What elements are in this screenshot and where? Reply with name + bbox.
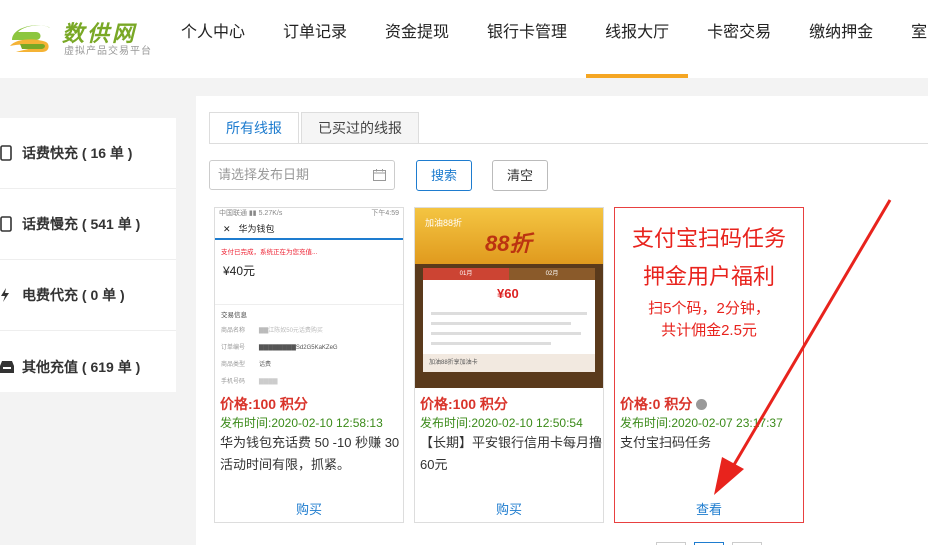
trade-rows: 商品名称 ▇▇江陈奴50元话费购买 订单编号 ▇▇▇▇▇▇▇▇Sd2G5KaKZeG… — [215, 323, 403, 388]
deal-promo-image[interactable]: 支付宝扫码任务 押金用户福利 扫5个码，2分钟， 共计佣金2.5元 — [615, 208, 803, 388]
buy-button[interactable]: 购买 — [415, 499, 603, 518]
month-tabs: 01月 02月 — [423, 268, 595, 280]
row-key: 订单编号 — [221, 345, 246, 351]
spacer — [215, 279, 403, 305]
promo-line-1: 支付宝扫码任务 — [631, 226, 786, 251]
nav-overflow[interactable]: 室 — [892, 0, 928, 78]
deal-price: 价格:100 积分 — [220, 396, 308, 412]
tabs-divider — [209, 143, 928, 144]
promo-line-2: 押金用户福利 — [642, 264, 775, 289]
row-key: 手机号码 — [221, 379, 246, 385]
site-logo[interactable]: 数供网 虚拟产品交易平台 — [6, 14, 156, 60]
wallet-header: ✕ 华为钱包 — [215, 218, 403, 240]
trade-row: 商品类型 话费 — [221, 357, 397, 374]
promo-detail: 01月 02月 ¥60 加油88折享加油卡 — [423, 268, 595, 372]
row-value: ▇▇▇▇ — [259, 379, 278, 385]
tab-all-deals[interactable]: 所有线报 — [209, 112, 299, 144]
bolt-icon — [0, 288, 22, 302]
logo-subtitle: 虚拟产品交易平台 — [64, 46, 152, 57]
text-line — [431, 332, 581, 335]
month-tab: 02月 — [509, 268, 595, 280]
buy-button[interactable]: 购买 — [215, 499, 403, 518]
logo-icon — [10, 25, 50, 52]
sidebar-item-label: 话费慢充 ( 541 单 ) — [22, 216, 141, 232]
deal-card: 中国联通 ▮▮ 5.27K/s 下午4:59 ✕ 华为钱包 支付已完成，系统正在为… — [214, 207, 404, 523]
deal-price: 价格:100 积分 — [420, 396, 508, 412]
promo-line-4: 共计佣金2.5元 — [661, 322, 757, 339]
row-key: 商品类型 — [221, 362, 246, 368]
promo-line-3: 扫5个码，2分钟， — [648, 300, 770, 317]
top-header: 数供网 虚拟产品交易平台 个人中心 订单记录 资金提现 银行卡管理 线报大厅 卡… — [0, 0, 928, 78]
deal-price: 价格:0 积分 — [620, 394, 708, 414]
sidebar-item-fast-topup[interactable]: 话费快充 ( 16 单 ) — [0, 118, 176, 189]
deal-card: 支付宝扫码任务 押金用户福利 扫5个码，2分钟， 共计佣金2.5元 价格:0 积… — [614, 207, 804, 523]
status-left: 中国联通 ▮▮ 5.27K/s — [219, 210, 283, 217]
nav-order-records[interactable]: 订单记录 — [264, 0, 366, 78]
trade-row: 手机号码 ▇▇▇▇ — [221, 374, 397, 388]
deal-description: 支付宝扫码任务 — [620, 435, 712, 450]
row-key: 商品名称 — [221, 328, 246, 334]
deal-tabs: 所有线报 已买过的线报 — [209, 112, 421, 144]
deal-publish-time: 发布时间:2020-02-07 23:17:37 — [620, 416, 783, 430]
box-icon — [0, 360, 22, 373]
price-text: 价格:0 积分 — [620, 396, 693, 412]
promo-amount: ¥60 — [497, 286, 519, 301]
sidebar-item-label: 话费快充 ( 16 单 ) — [22, 145, 133, 161]
deal-description: 【长期】平安银行信用卡每月撸60元 — [420, 435, 603, 472]
deal-hall-panel: 所有线报 已买过的线报 请选择发布日期 搜索 清空 中国联通 ▮▮ 5.27K/… — [196, 96, 928, 545]
banner-discount: 88折 — [485, 231, 532, 256]
main-nav: 个人中心 订单记录 资金提现 银行卡管理 线报大厅 卡密交易 缴纳押金 室 — [162, 0, 928, 78]
sidebar-item-label: 其他充值 ( 619 单 ) — [22, 358, 141, 375]
promo-footer: 加油88折享加油卡 — [423, 354, 595, 372]
deal-publish-time: 发布时间:2020-02-10 12:50:54 — [420, 416, 583, 430]
row-value: ▇▇江陈奴50元话费购买 — [259, 328, 323, 334]
close-icon: ✕ — [223, 224, 231, 234]
nav-card-trading[interactable]: 卡密交易 — [688, 0, 790, 78]
clear-button[interactable]: 清空 — [492, 160, 548, 191]
sidebar-item-other[interactable]: 其他充值 ( 619 单 ) — [0, 331, 176, 402]
view-button[interactable]: 查看 — [615, 499, 803, 518]
text-line — [431, 322, 571, 325]
sidebar-item-label: 电费代充 ( 0 单 ) — [22, 287, 125, 303]
sidebar-item-slow-topup[interactable]: 话费慢充 ( 541 单 ) — [0, 189, 176, 260]
tab-purchased-deals[interactable]: 已买过的线报 — [301, 112, 419, 144]
promo-banner: 加油88折 88折 — [415, 208, 603, 264]
pay-notice: 支付已完成，系统正在为您充值... — [221, 249, 318, 256]
deal-publish-time: 发布时间:2020-02-10 12:58:13 — [220, 416, 383, 430]
category-sidebar: 话费快充 ( 16 单 ) 话费慢充 ( 541 单 ) 电费代充 ( 0 单 … — [0, 118, 176, 392]
search-button[interactable]: 搜索 — [416, 160, 472, 191]
pay-amount: ¥40元 — [223, 264, 256, 278]
nav-personal-center[interactable]: 个人中心 — [162, 0, 264, 78]
deal-description: 华为钱包充话费 50 -10 秒赚 30 活动时间有限，抓紧。 — [220, 435, 400, 472]
trade-row: 商品名称 ▇▇江陈奴50元话费购买 — [221, 323, 397, 340]
trade-row: 订单编号 ▇▇▇▇▇▇▇▇Sd2G5KaKZeG — [221, 340, 397, 357]
calendar-icon — [373, 169, 386, 181]
banner-headline: 加油88折 — [425, 218, 463, 228]
smile-icon — [696, 398, 708, 410]
publish-date-input[interactable]: 请选择发布日期 — [209, 160, 395, 190]
row-value: 话费 — [259, 362, 272, 368]
text-line — [431, 342, 551, 345]
phone-icon — [0, 145, 22, 161]
month-tab: 01月 — [423, 268, 509, 280]
deal-screenshot[interactable]: 加油88折 88折 01月 02月 ¥60 加油88折享加油卡 — [415, 208, 603, 388]
phone-icon — [0, 216, 22, 232]
wallet-title: 华为钱包 — [238, 224, 275, 234]
status-right: 下午4:59 — [371, 210, 399, 217]
row-value: ▇▇▇▇▇▇▇▇Sd2G5KaKZeG — [259, 345, 338, 351]
phone-status-bar: 中国联通 ▮▮ 5.27K/s 下午4:59 — [215, 208, 403, 218]
nav-deal-hall[interactable]: 线报大厅 — [586, 0, 689, 78]
nav-bank-cards[interactable]: 银行卡管理 — [468, 0, 586, 78]
date-placeholder: 请选择发布日期 — [218, 167, 310, 182]
deal-screenshot[interactable]: 中国联通 ▮▮ 5.27K/s 下午4:59 ✕ 华为钱包 支付已完成，系统正在为… — [215, 208, 403, 388]
sidebar-item-electricity[interactable]: 电费代充 ( 0 单 ) — [0, 260, 176, 331]
trade-section: 交易信息 — [221, 312, 247, 319]
nav-withdraw[interactable]: 资金提现 — [366, 0, 468, 78]
text-line — [431, 312, 587, 315]
nav-deposit[interactable]: 缴纳押金 — [790, 0, 892, 78]
deal-card: 加油88折 88折 01月 02月 ¥60 加油88折享加油卡 价格:100 积… — [414, 207, 604, 523]
